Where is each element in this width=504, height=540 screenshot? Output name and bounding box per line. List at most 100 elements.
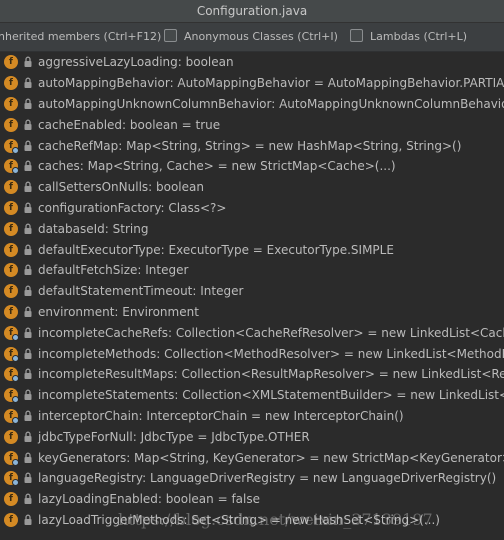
field-icon: f: [4, 242, 18, 257]
inherited-members-option[interactable]: nherited members (Ctrl+F12): [0, 23, 161, 51]
field-icon: f: [4, 96, 18, 111]
member-signature: keyGenerators: Map<String, KeyGenerator>…: [38, 450, 504, 465]
private-lock-icon: [23, 388, 33, 402]
member-row[interactable]: f callSettersOnNulls: boolean: [0, 177, 504, 198]
private-lock-icon: [23, 222, 33, 236]
member-signature: lazyLoadingEnabled: boolean = false: [38, 492, 260, 507]
anonymous-classes-option[interactable]: Anonymous Classes (Ctrl+I): [164, 23, 338, 51]
member-signature: caches: Map<String, Cache> = new StrictM…: [38, 159, 396, 174]
field-icon: f: [4, 325, 19, 341]
private-lock-icon: [23, 492, 33, 506]
field-icon: f: [4, 159, 19, 175]
member-signature: defaultStatementTimeout: Integer: [38, 284, 244, 299]
member-signature: environment: Environment: [38, 304, 199, 319]
field-icon: f: [4, 450, 19, 466]
member-row[interactable]: f interceptorChain: InterceptorChain = ne…: [0, 406, 504, 427]
field-icon: f: [4, 512, 18, 527]
private-lock-icon: [23, 76, 33, 90]
member-signature: jdbcTypeForNull: JdbcType = JdbcType.OTH…: [38, 429, 310, 444]
field-icon: f: [4, 76, 18, 91]
member-row[interactable]: f defaultExecutorType: ExecutorType = Exe…: [0, 239, 504, 260]
private-lock-icon: [23, 263, 33, 277]
member-row[interactable]: f autoMappingUnknownColumnBehavior: AutoM…: [0, 94, 504, 115]
private-lock-icon: [23, 139, 33, 153]
field-icon: f: [4, 284, 18, 299]
member-row[interactable]: f jdbcTypeForNull: JdbcType = JdbcType.OT…: [0, 426, 504, 447]
field-icon: f: [4, 429, 18, 444]
anonymous-classes-checkbox[interactable]: [164, 29, 177, 42]
member-signature: cacheEnabled: boolean = true: [38, 117, 221, 132]
private-lock-icon: [23, 97, 33, 111]
member-row[interactable]: f autoMappingBehavior: AutoMappingBehavio…: [0, 73, 504, 94]
field-icon: f: [4, 388, 19, 404]
lambdas-checkbox[interactable]: [350, 29, 363, 42]
member-signature: interceptorChain: InterceptorChain = new…: [38, 408, 404, 423]
field-icon: f: [4, 408, 19, 424]
private-lock-icon: [23, 471, 33, 485]
private-lock-icon: [23, 326, 33, 340]
member-row[interactable]: f databaseId: String: [0, 218, 504, 239]
member-signature: defaultExecutorType: ExecutorType = Exec…: [38, 242, 394, 257]
member-signature: aggressiveLazyLoading: boolean: [38, 55, 234, 70]
member-signature: incompleteStatements: Collection<XMLStat…: [38, 388, 504, 403]
lambdas-option[interactable]: Lambdas (Ctrl+L): [350, 23, 467, 51]
field-icon: f: [4, 138, 19, 154]
lambdas-label: Lambdas (Ctrl+L): [370, 30, 468, 43]
private-lock-icon: [23, 367, 33, 381]
member-signature: incompleteResultMaps: Collection<ResultM…: [38, 367, 504, 382]
member-signature: configurationFactory: Class<?>: [38, 200, 227, 215]
member-row[interactable]: f incompleteCacheRefs: Collection<CacheRe…: [0, 322, 504, 343]
member-row[interactable]: f cacheEnabled: boolean = true: [0, 114, 504, 135]
member-row[interactable]: f incompleteMethods: Collection<MethodRes…: [0, 343, 504, 364]
private-lock-icon: [23, 55, 33, 69]
field-icon: f: [4, 200, 18, 215]
field-icon: f: [4, 55, 18, 70]
member-row[interactable]: f lazyLoadingEnabled: boolean = false: [0, 489, 504, 510]
member-signature: callSettersOnNulls: boolean: [38, 180, 204, 195]
private-lock-icon: [23, 201, 33, 215]
member-signature: incompleteCacheRefs: Collection<CacheRef…: [38, 325, 504, 340]
member-row[interactable]: f environment: Environment: [0, 302, 504, 323]
field-icon: f: [4, 180, 18, 195]
member-row[interactable]: f incompleteResultMaps: Collection<Result…: [0, 364, 504, 385]
member-signature: databaseId: String: [38, 221, 149, 236]
member-row[interactable]: f incompleteStatements: Collection<XMLSta…: [0, 385, 504, 406]
member-signature: cacheRefMap: Map<String, String> = new H…: [38, 138, 462, 153]
member-row[interactable]: f defaultFetchSize: Integer: [0, 260, 504, 281]
private-lock-icon: [23, 513, 33, 527]
member-row[interactable]: f lazyLoadTriggerMethods: Set<String> = n…: [0, 510, 504, 531]
member-signature: autoMappingBehavior: AutoMappingBehavior…: [38, 76, 504, 91]
structure-options-bar: nherited members (Ctrl+F12) Anonymous Cl…: [0, 23, 504, 52]
field-icon: f: [4, 263, 18, 278]
member-row[interactable]: f caches: Map<String, Cache> = new Strict…: [0, 156, 504, 177]
private-lock-icon: [23, 118, 33, 132]
private-lock-icon: [23, 430, 33, 444]
private-lock-icon: [23, 409, 33, 423]
anonymous-classes-label: Anonymous Classes (Ctrl+I): [184, 30, 338, 43]
member-row[interactable]: f aggressiveLazyLoading: boolean: [0, 52, 504, 73]
private-lock-icon: [23, 243, 33, 257]
field-icon: f: [4, 492, 18, 507]
field-icon: f: [4, 304, 18, 319]
field-icon: f: [4, 221, 18, 236]
inherited-members-label: nherited members (Ctrl+F12): [0, 30, 162, 43]
member-list[interactable]: f aggressiveLazyLoading: boolean f autoMapp…: [0, 52, 504, 540]
field-icon: f: [4, 117, 18, 132]
private-lock-icon: [23, 180, 33, 194]
window-title: Configuration.java: [0, 0, 504, 23]
member-signature: languageRegistry: LanguageDriverRegistry…: [38, 471, 497, 486]
private-lock-icon: [23, 451, 33, 465]
member-signature: lazyLoadTriggerMethods: Set<String> = ne…: [38, 512, 440, 527]
member-signature: incompleteMethods: Collection<MethodReso…: [38, 346, 504, 361]
member-signature: defaultFetchSize: Integer: [38, 263, 189, 278]
member-row[interactable]: f defaultStatementTimeout: Integer: [0, 281, 504, 302]
member-row[interactable]: f languageRegistry: LanguageDriverRegistr…: [0, 468, 504, 489]
member-row[interactable]: f keyGenerators: Map<String, KeyGenerator…: [0, 447, 504, 468]
private-lock-icon: [23, 159, 33, 173]
member-row[interactable]: f configurationFactory: Class<?>: [0, 198, 504, 219]
field-icon: f: [4, 471, 19, 487]
field-icon: f: [4, 346, 19, 362]
member-row[interactable]: f cacheRefMap: Map<String, String> = new …: [0, 135, 504, 156]
private-lock-icon: [23, 347, 33, 361]
field-icon: f: [4, 367, 19, 383]
